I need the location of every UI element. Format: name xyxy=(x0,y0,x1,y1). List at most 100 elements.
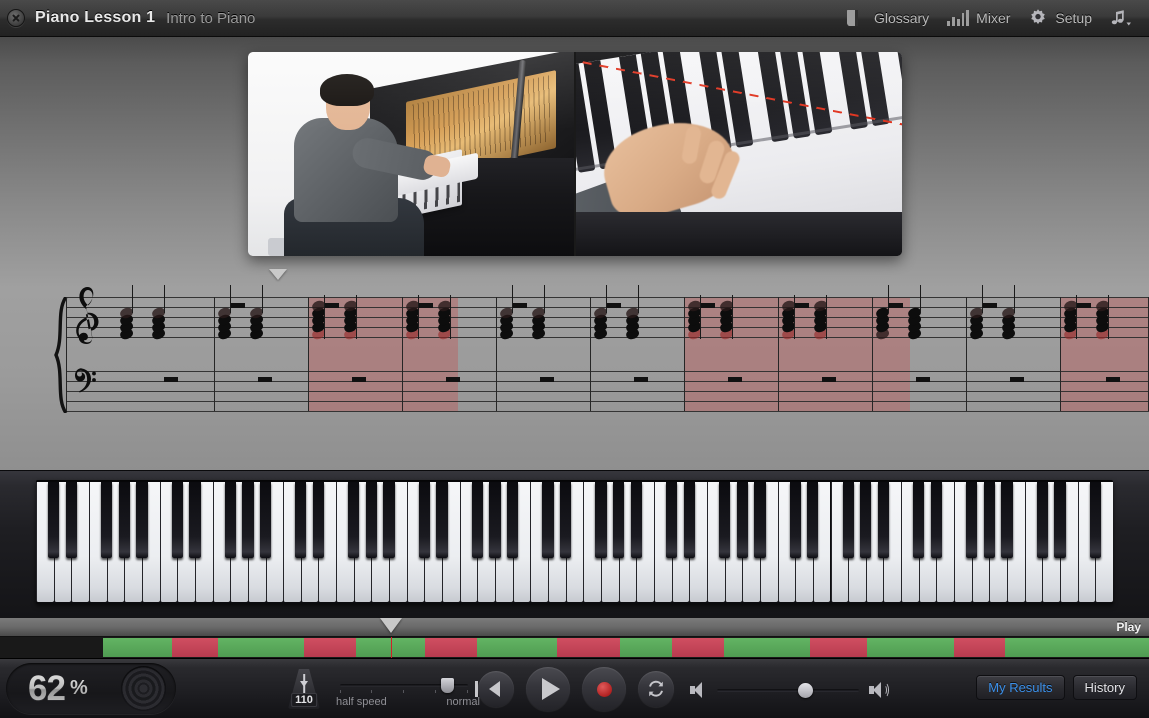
whole-rest xyxy=(916,377,930,382)
instrument-menu-button[interactable] xyxy=(1101,0,1139,37)
speed-slider-knob[interactable] xyxy=(441,678,455,693)
playback-speed-slider[interactable]: half speed normal xyxy=(336,677,480,708)
piano-black-key[interactable] xyxy=(224,482,236,558)
metronome-bpm-value: 110 xyxy=(291,693,317,707)
play-button[interactable] xyxy=(526,667,570,711)
piano-black-key[interactable] xyxy=(877,482,890,558)
piano-black-key[interactable] xyxy=(418,482,431,558)
whole-rest xyxy=(607,303,621,308)
result-segment-green xyxy=(103,638,173,657)
piano-black-key[interactable] xyxy=(718,482,731,558)
piano-black-key[interactable] xyxy=(736,482,748,558)
whole-rest xyxy=(795,303,809,308)
piano-black-key[interactable] xyxy=(259,482,272,558)
piano-black-key[interactable] xyxy=(365,482,378,558)
piano-black-key[interactable] xyxy=(842,482,854,558)
volume-slider-knob[interactable] xyxy=(798,682,814,698)
piano-black-key[interactable] xyxy=(789,482,801,558)
notation-playhead[interactable] xyxy=(269,269,287,280)
results-timeline[interactable]: Play xyxy=(0,618,1149,658)
piano-black-key[interactable] xyxy=(1036,482,1049,558)
piano-black-key[interactable] xyxy=(189,482,201,558)
piano-black-key[interactable] xyxy=(242,482,254,558)
results-playhead-handle[interactable] xyxy=(379,618,402,633)
piano-black-key[interactable] xyxy=(807,482,819,558)
volume-slider-track[interactable] xyxy=(717,682,859,698)
cycle-loop-icon xyxy=(646,679,666,699)
lesson-video-pianist[interactable] xyxy=(248,52,574,256)
result-segment-red xyxy=(304,638,357,657)
piano-black-key[interactable] xyxy=(966,482,978,558)
record-button[interactable] xyxy=(582,667,626,711)
piano-black-key[interactable] xyxy=(930,482,943,558)
transport-bar: 62 % 110 half speed normal My Results Hi… xyxy=(0,658,1149,718)
whole-rest xyxy=(258,377,272,382)
volume-control[interactable] xyxy=(690,677,889,703)
piano-black-key[interactable] xyxy=(471,482,484,558)
score-display-panel: 62 % xyxy=(6,663,176,714)
lesson-video-hands-closeup[interactable] xyxy=(574,52,902,256)
play-region-label: Play xyxy=(1116,620,1141,634)
piano-black-key[interactable] xyxy=(65,482,77,558)
piano-black-key[interactable] xyxy=(630,482,642,558)
results-segments-track[interactable] xyxy=(0,637,1149,658)
piano-black-key[interactable] xyxy=(683,482,695,558)
glossary-button[interactable]: Glossary xyxy=(838,0,938,37)
my-results-button[interactable]: My Results xyxy=(976,675,1065,700)
piano-black-key[interactable] xyxy=(665,482,678,558)
piano-black-key[interactable] xyxy=(136,482,148,558)
piano-black-key[interactable] xyxy=(348,482,360,558)
piano-black-key[interactable] xyxy=(383,482,395,558)
grand-staff xyxy=(54,269,1149,414)
piano-black-key[interactable] xyxy=(118,482,130,558)
piano-black-key[interactable] xyxy=(507,482,519,558)
piano-black-key[interactable] xyxy=(860,482,872,558)
timeline-ruler[interactable]: Play xyxy=(0,618,1149,637)
mixer-label: Mixer xyxy=(976,10,1011,26)
result-segment-red xyxy=(672,638,724,657)
result-segment-green xyxy=(1005,638,1149,657)
lesson-video-area[interactable] xyxy=(248,52,902,256)
transport-controls xyxy=(475,667,674,711)
close-circle-icon[interactable] xyxy=(7,9,25,27)
piano-black-key[interactable] xyxy=(1054,482,1066,558)
glossary-label: Glossary xyxy=(873,10,930,26)
piano-black-key[interactable] xyxy=(436,482,448,558)
piano-black-key[interactable] xyxy=(1001,482,1013,558)
result-segment-green xyxy=(620,638,673,657)
piano-black-key[interactable] xyxy=(612,482,625,558)
rewind-button[interactable] xyxy=(475,671,514,707)
page-title: Piano Lesson 1 xyxy=(35,9,156,26)
result-segment-red xyxy=(172,638,219,657)
history-button[interactable]: History xyxy=(1072,675,1137,700)
on-screen-piano-keyboard[interactable] xyxy=(36,480,1113,604)
cycle-button[interactable] xyxy=(638,671,674,707)
whole-rest xyxy=(634,377,648,382)
piano-black-key[interactable] xyxy=(560,482,572,558)
whole-rest xyxy=(1010,377,1024,382)
whole-rest xyxy=(164,377,178,382)
piano-black-key[interactable] xyxy=(1089,482,1101,558)
music-notation-area[interactable] xyxy=(0,259,1149,434)
metronome-icon[interactable]: 110 xyxy=(288,669,320,709)
tuner-dial[interactable] xyxy=(121,666,166,711)
whole-rest xyxy=(728,377,742,382)
play-icon xyxy=(541,678,560,700)
piano-black-key[interactable] xyxy=(100,482,113,558)
piano-black-key[interactable] xyxy=(312,482,325,558)
piano-black-key[interactable] xyxy=(48,482,60,558)
piano-black-key[interactable] xyxy=(983,482,996,558)
piano-black-key[interactable] xyxy=(542,482,554,558)
result-segment-green xyxy=(218,638,305,657)
result-segment-red xyxy=(425,638,477,657)
treble-clef xyxy=(72,287,102,345)
piano-black-key[interactable] xyxy=(171,482,183,558)
mixer-button[interactable]: Mixer xyxy=(938,0,1019,37)
piano-black-key[interactable] xyxy=(295,482,307,558)
piano-black-key[interactable] xyxy=(913,482,925,558)
piano-black-key[interactable] xyxy=(595,482,607,558)
setup-button[interactable]: Setup xyxy=(1019,0,1101,37)
whole-rest xyxy=(231,303,245,308)
piano-black-key[interactable] xyxy=(754,482,766,558)
piano-black-key[interactable] xyxy=(489,482,501,558)
